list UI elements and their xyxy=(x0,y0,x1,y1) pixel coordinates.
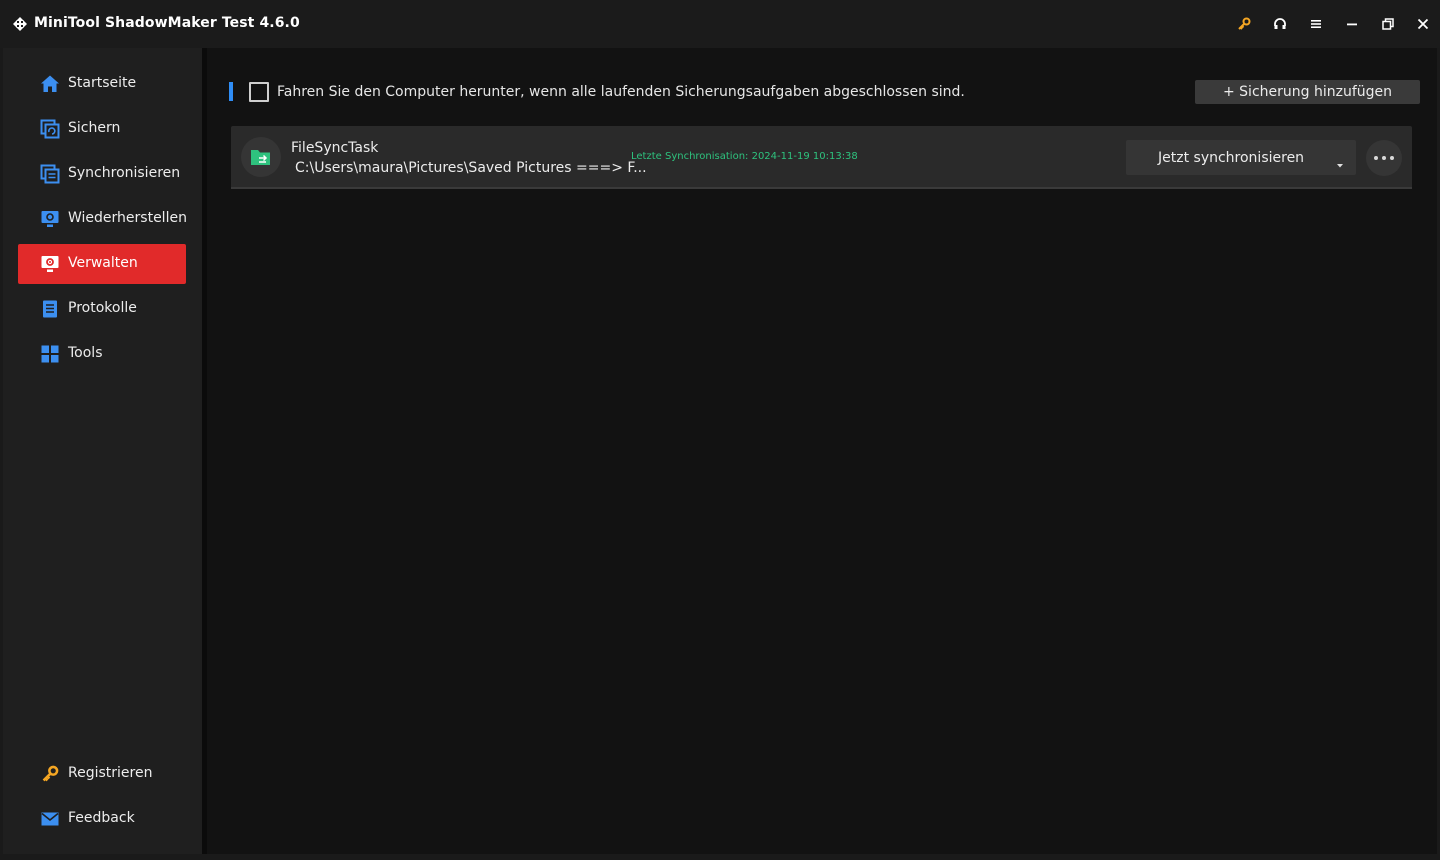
sidebar-item-label: Tools xyxy=(68,345,103,361)
sidebar-item-registrieren[interactable]: Registrieren xyxy=(18,754,186,794)
restore-icon[interactable] xyxy=(1376,12,1400,36)
logo-icon xyxy=(10,14,30,34)
restore-monitor-icon xyxy=(40,209,60,229)
sidebar-item-feedback[interactable]: Feedback xyxy=(18,799,186,839)
sidebar-item-label: Startseite xyxy=(68,75,137,91)
sync-now-button[interactable]: Jetzt synchronisieren xyxy=(1126,140,1356,175)
task-last-sync: Letzte Synchronisation: 2024-11-19 10:13… xyxy=(631,151,858,162)
mail-icon xyxy=(40,809,60,829)
sidebar-item-label: Synchronisieren xyxy=(68,165,181,181)
more-dots-icon xyxy=(1374,156,1378,160)
backup-icon xyxy=(40,119,60,139)
folder-sync-icon xyxy=(241,137,281,177)
task-card-divider xyxy=(231,187,1412,189)
sidebar-item-label: Verwalten xyxy=(68,255,138,271)
sidebar-item-protokolle[interactable]: Protokolle xyxy=(18,289,186,329)
shutdown-checkbox-label: Fahren Sie den Computer herunter, wenn a… xyxy=(277,84,965,100)
title-bar: MiniTool ShadowMaker Test 4.6.0 xyxy=(0,0,1440,48)
log-icon xyxy=(40,299,60,319)
sidebar-item-label: Wiederherstellen xyxy=(68,210,187,226)
app-title: MiniTool ShadowMaker Test 4.6.0 xyxy=(34,15,300,31)
sidebar-item-label: Registrieren xyxy=(68,765,153,781)
add-backup-button[interactable]: + Sicherung hinzufügen xyxy=(1195,80,1420,104)
main-panel: Fahren Sie den Computer herunter, wenn a… xyxy=(207,48,1437,854)
sidebar-item-verwalten[interactable]: Verwalten xyxy=(18,244,186,284)
more-options-button[interactable] xyxy=(1366,140,1402,176)
sync-now-label: Jetzt synchronisieren xyxy=(1158,150,1305,166)
sidebar-item-sichern[interactable]: Sichern xyxy=(18,109,186,149)
sidebar: Startseite Sichern Synchronisieren Wiede… xyxy=(3,48,202,854)
tools-icon xyxy=(40,344,60,364)
sidebar-item-label: Protokolle xyxy=(68,300,137,316)
sidebar-item-label: Feedback xyxy=(68,810,135,826)
home-icon xyxy=(40,74,60,94)
app-window: MiniTool ShadowMaker Test 4.6.0 Startsei… xyxy=(0,0,1440,860)
accent-bar xyxy=(229,82,233,101)
sync-icon xyxy=(40,164,60,184)
sidebar-item-wiederherstellen[interactable]: Wiederherstellen xyxy=(18,199,187,239)
task-name: FileSyncTask xyxy=(291,140,379,156)
key-icon xyxy=(40,764,60,784)
sidebar-item-synchronisieren[interactable]: Synchronisieren xyxy=(18,154,186,194)
shutdown-checkbox[interactable] xyxy=(249,82,269,102)
key-icon[interactable] xyxy=(1232,12,1256,36)
sidebar-item-label: Sichern xyxy=(68,120,121,136)
sidebar-item-startseite[interactable]: Startseite xyxy=(18,64,186,104)
close-icon[interactable] xyxy=(1411,12,1435,36)
sidebar-item-tools[interactable]: Tools xyxy=(18,334,186,374)
chevron-down-icon[interactable] xyxy=(1336,154,1344,168)
headset-icon[interactable] xyxy=(1268,12,1292,36)
manage-icon xyxy=(40,254,60,274)
task-card: FileSyncTask C:\Users\maura\Pictures\Sav… xyxy=(231,126,1412,189)
menu-icon[interactable] xyxy=(1304,12,1328,36)
minimize-icon[interactable] xyxy=(1340,12,1364,36)
task-path: C:\Users\maura\Pictures\Saved Pictures =… xyxy=(295,160,647,176)
